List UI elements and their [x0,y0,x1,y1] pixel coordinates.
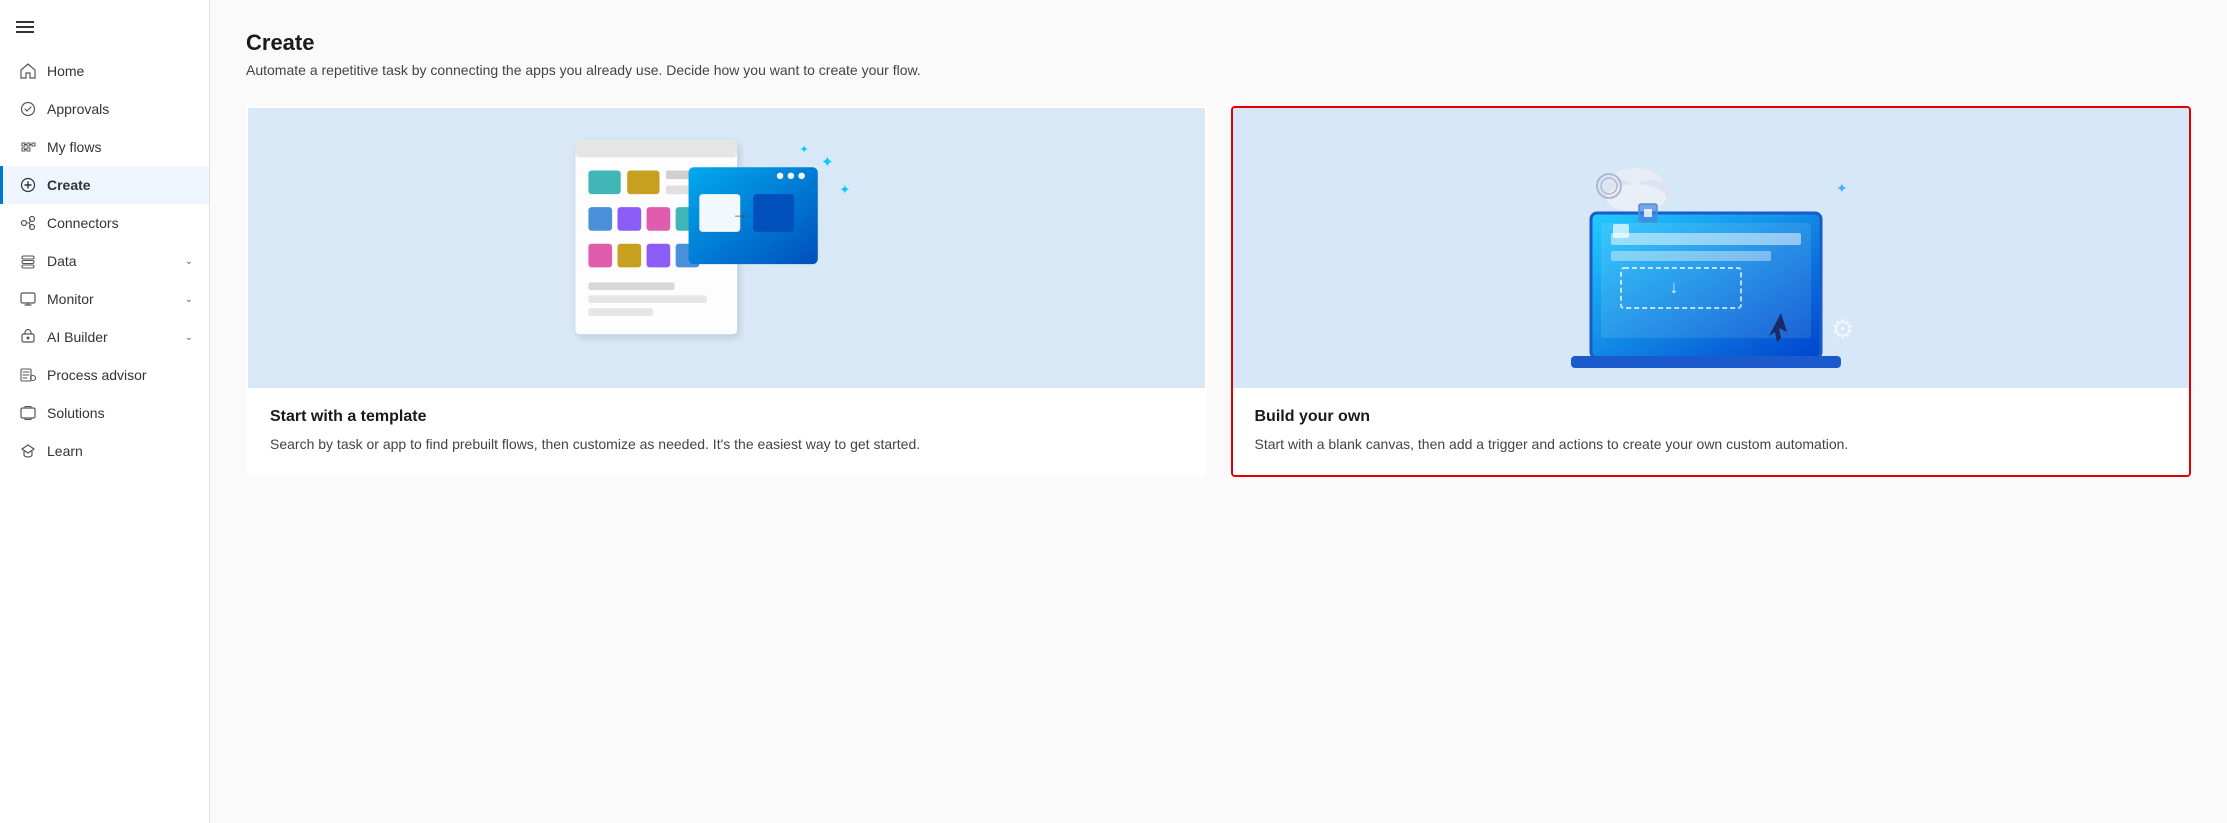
sidebar-item-label-create: Create [47,177,91,193]
sidebar-item-process-advisor[interactable]: Process advisor [0,356,209,394]
svg-text:✦: ✦ [1836,180,1848,196]
sidebar-item-monitor[interactable]: Monitor ⌄ [0,280,209,318]
flows-icon [19,138,37,156]
sidebar-item-label-process-advisor: Process advisor [47,367,147,383]
page-title: Create [246,30,2191,56]
data-icon [19,252,37,270]
sidebar-item-approvals[interactable]: Approvals [0,90,209,128]
svg-text:⚙: ⚙ [1831,314,1854,344]
sidebar-item-label-data: Data [47,253,77,269]
build-own-card-title: Build your own [1255,408,2168,426]
sidebar-item-label-approvals: Approvals [47,101,109,117]
template-card-description: Search by task or app to find prebuilt f… [270,434,1183,455]
sidebar: Home Approvals My flows Create Connector… [0,0,210,823]
sidebar-item-create[interactable]: Create [0,166,209,204]
sidebar-item-connectors[interactable]: Connectors [0,204,209,242]
page-subtitle: Automate a repetitive task by connecting… [246,62,2191,78]
hamburger-menu-button[interactable] [0,8,209,52]
sidebar-item-home[interactable]: Home [0,52,209,90]
svg-text:→: → [732,203,749,223]
sidebar-item-label-learn: Learn [47,443,83,459]
build-illustration-svg: ↓ ⚙ ✦ [1531,118,1891,378]
sidebar-item-label-connectors: Connectors [47,215,119,231]
data-chevron-icon: ⌄ [185,256,193,267]
svg-text:✦: ✦ [821,154,834,171]
svg-text:✦: ✦ [799,144,808,156]
template-card[interactable]: → ✦ ✦ ✦ Start with a template Search by … [246,106,1207,477]
approvals-icon [19,100,37,118]
monitor-chevron-icon: ⌄ [185,294,193,305]
sidebar-item-label-solutions: Solutions [47,405,105,421]
sidebar-item-label-home: Home [47,63,84,79]
create-cards-row: → ✦ ✦ ✦ Start with a template Search by … [246,106,2191,477]
sidebar-item-data[interactable]: Data ⌄ [0,242,209,280]
main-content: Create Automate a repetitive task by con… [210,0,2227,823]
process-advisor-icon [19,366,37,384]
solutions-icon [19,404,37,422]
template-card-title: Start with a template [270,408,1183,426]
template-card-image: → ✦ ✦ ✦ [248,108,1205,388]
connectors-icon [19,214,37,232]
learn-icon [19,442,37,460]
sidebar-item-label-ai-builder: AI Builder [47,329,108,345]
ai-builder-icon [19,328,37,346]
template-illustration-svg: → ✦ ✦ ✦ [248,108,1205,388]
sidebar-item-my-flows[interactable]: My flows [0,128,209,166]
sidebar-item-label-my-flows: My flows [47,139,101,155]
build-own-card-description: Start with a blank canvas, then add a tr… [1255,434,2168,455]
svg-text:✦: ✦ [839,182,850,197]
build-own-card-image: ↓ ⚙ ✦ [1233,108,2190,388]
sidebar-item-ai-builder[interactable]: AI Builder ⌄ [0,318,209,356]
monitor-icon [19,290,37,308]
create-plus-icon [19,176,37,194]
build-own-card[interactable]: ↓ ⚙ ✦ Build your own [1231,106,2192,477]
sidebar-item-label-monitor: Monitor [47,291,94,307]
sidebar-item-learn[interactable]: Learn [0,432,209,470]
ai-builder-chevron-icon: ⌄ [185,332,193,343]
home-icon [19,62,37,80]
sidebar-item-solutions[interactable]: Solutions [0,394,209,432]
svg-text:↓: ↓ [1669,277,1678,297]
build-own-card-content: Build your own Start with a blank canvas… [1233,388,2190,475]
template-card-content: Start with a template Search by task or … [248,388,1205,475]
